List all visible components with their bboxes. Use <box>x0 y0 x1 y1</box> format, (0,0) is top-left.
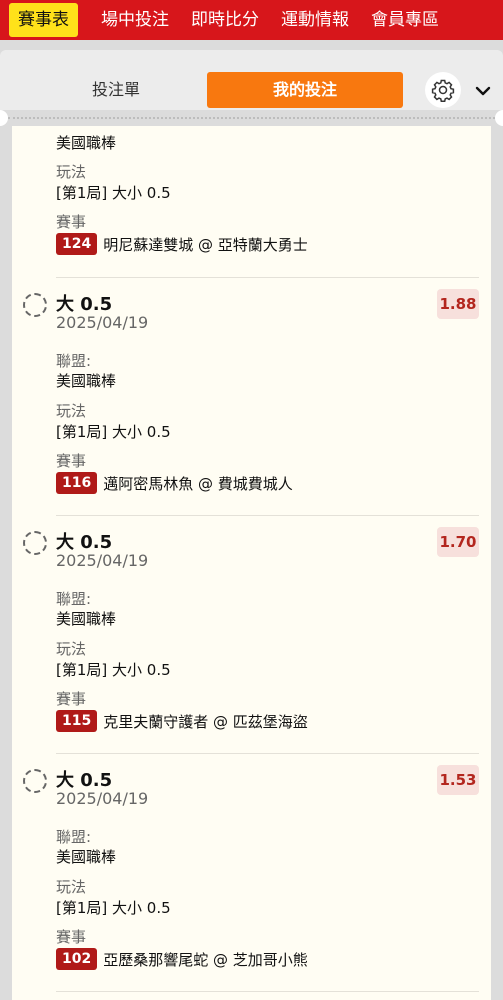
bet-list[interactable]: 美國職棒 玩法 [第1局] 大小 0.5 賽事 124 明尼蘇達雙城 @ 亞特蘭… <box>12 126 491 1000</box>
play-value: [第1局] 大小 0.5 <box>56 661 171 679</box>
match-number-badge: 102 <box>56 948 98 970</box>
play-value: [第1局] 大小 0.5 <box>56 423 171 441</box>
bet-card: 大 0.5 2025/04/19 1.88 聯盟: 美國職棒 玩法 [第1局] … <box>12 278 491 516</box>
nav-tab-live-betting[interactable]: 場中投注 <box>91 3 179 37</box>
dotted-line <box>8 117 495 119</box>
nav-tab-schedule[interactable]: 賽事表 <box>9 3 78 37</box>
match-number-badge: 116 <box>56 472 98 494</box>
bet-date: 2025/04/19 <box>56 551 149 570</box>
gear-icon <box>431 79 455 102</box>
odds-badge: 1.88 <box>437 289 479 319</box>
collapse-button[interactable] <box>470 80 496 102</box>
match-label: 賽事 <box>56 690 87 708</box>
league-value: 美國職棒 <box>56 372 117 390</box>
bet-card: 大 0.5 2025/04/19 1.70 聯盟: 美國職棒 玩法 [第1局] … <box>12 516 491 754</box>
match-name: 克里夫蘭守護者 @ 匹茲堡海盜 <box>103 712 308 731</box>
odds-badge: 1.53 <box>437 765 479 795</box>
play-label: 玩法 <box>56 878 87 896</box>
league-value: 美國職棒 <box>56 848 117 866</box>
play-value: [第1局] 大小 0.5 <box>56 184 171 202</box>
top-nav: 賽事表 場中投注 即時比分 運動情報 會員專區 <box>0 0 503 40</box>
notch-left <box>0 110 8 126</box>
match-name: 明尼蘇達雙城 @ 亞特蘭大勇士 <box>103 235 308 254</box>
match-row: 116 邁阿密馬林魚 @ 費城費城人 <box>56 472 293 494</box>
league-label: 聯盟: <box>56 590 92 608</box>
league-value: 美國職棒 <box>56 610 117 628</box>
odds-badge: 1.70 <box>437 527 479 557</box>
match-label: 賽事 <box>56 928 87 946</box>
bet-date: 2025/04/19 <box>56 313 149 332</box>
league-value: 美國職棒 <box>56 134 117 152</box>
match-row: 102 亞歷桑那響尾蛇 @ 芝加哥小熊 <box>56 948 308 970</box>
settings-button[interactable] <box>425 72 461 108</box>
match-number-badge: 115 <box>56 710 98 732</box>
match-name: 亞歷桑那響尾蛇 @ 芝加哥小熊 <box>103 950 308 969</box>
tab-bet-slip[interactable]: 投注單 <box>26 72 206 108</box>
bet-card: 大 0.5 2025/04/19 1.53 聯盟: 美國職棒 玩法 [第1局] … <box>12 754 491 992</box>
bet-select-radio[interactable] <box>23 531 47 555</box>
nav-tab-sports-info[interactable]: 運動情報 <box>271 3 359 37</box>
league-label: 聯盟: <box>56 352 92 370</box>
match-name: 邁阿密馬林魚 @ 費城費城人 <box>103 474 293 493</box>
match-row: 124 明尼蘇達雙城 @ 亞特蘭大勇士 <box>56 233 308 255</box>
league-label: 聯盟: <box>56 828 92 846</box>
play-label: 玩法 <box>56 163 87 181</box>
match-label: 賽事 <box>56 452 87 470</box>
nav-tab-member[interactable]: 會員專區 <box>361 3 449 37</box>
play-label: 玩法 <box>56 402 87 420</box>
bet-card-partial: 美國職棒 玩法 [第1局] 大小 0.5 賽事 124 明尼蘇達雙城 @ 亞特蘭… <box>12 126 491 278</box>
bet-date: 2025/04/19 <box>56 789 149 808</box>
match-label: 賽事 <box>56 213 87 231</box>
chevron-down-icon <box>475 86 491 96</box>
play-label: 玩法 <box>56 640 87 658</box>
match-number-badge: 124 <box>56 233 98 255</box>
slip-header: 投注單 我的投注 <box>0 40 503 118</box>
slip-tabs: 投注單 我的投注 <box>0 50 503 110</box>
nav-tab-live-scores[interactable]: 即時比分 <box>181 3 269 37</box>
perforation-divider <box>0 110 503 126</box>
bet-select-radio[interactable] <box>23 769 47 793</box>
notch-right <box>495 110 503 126</box>
match-row: 115 克里夫蘭守護者 @ 匹茲堡海盜 <box>56 710 308 732</box>
bet-select-radio[interactable] <box>23 293 47 317</box>
play-value: [第1局] 大小 0.5 <box>56 899 171 917</box>
card-separator <box>56 991 479 992</box>
tab-my-bets[interactable]: 我的投注 <box>207 72 403 108</box>
